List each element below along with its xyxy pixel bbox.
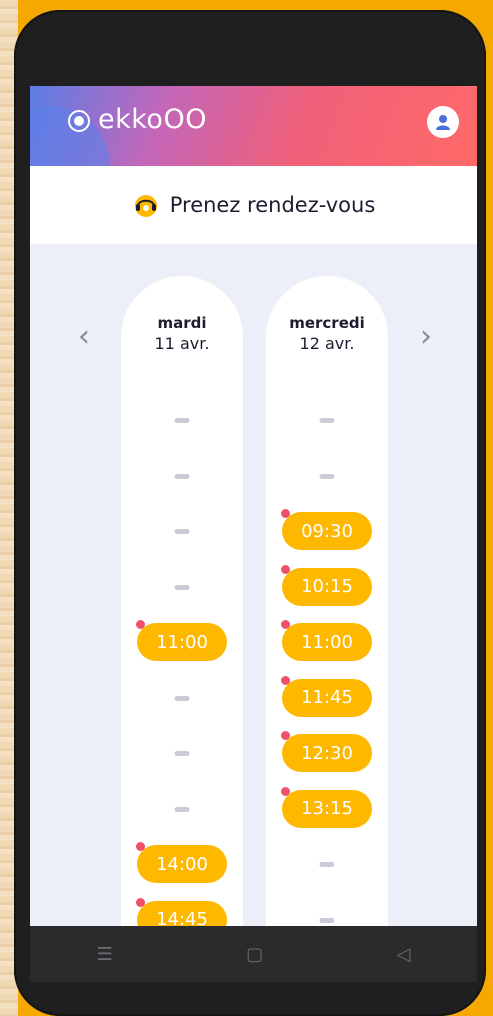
time-slot-button[interactable]: 09:30 bbox=[281, 509, 372, 550]
unavailable-slot bbox=[319, 862, 335, 867]
slot-marker-dot bbox=[281, 786, 290, 796]
slot-marker-dot bbox=[281, 564, 290, 574]
app-header: ekkoOO bbox=[30, 86, 477, 226]
back-icon[interactable]: ◁ bbox=[396, 944, 410, 965]
time-slot-button[interactable]: 14:00 bbox=[136, 842, 227, 883]
slot-marker-dot bbox=[136, 897, 145, 907]
slot-marker-dot bbox=[281, 620, 290, 629]
slot-marker-dot bbox=[281, 731, 290, 740]
day-column-mercredi: mercredi 12 avr. 09:30 10:15 11:00 11:45 12:… bbox=[266, 276, 388, 926]
logo-text: ekkoOO bbox=[98, 104, 207, 135]
logo-icon bbox=[68, 110, 90, 132]
slot-marker-dot bbox=[136, 842, 145, 851]
next-day-button[interactable]: › bbox=[420, 322, 432, 352]
slot-marker-dot bbox=[136, 620, 145, 629]
user-icon bbox=[436, 115, 450, 130]
time-slot-button[interactable]: 12:30 bbox=[281, 731, 372, 772]
time-slot-button[interactable]: 10:15 bbox=[281, 564, 372, 606]
time-slot-button[interactable]: 11:00 bbox=[281, 620, 372, 661]
headset-icon bbox=[132, 191, 160, 219]
day-date: 12 avr. bbox=[299, 334, 355, 353]
app-screen: ekkoOO Prenez rendez-vous ‹ › mardi 11 a… bbox=[30, 86, 477, 926]
page-title-bar: Prenez rendez-vous bbox=[30, 166, 477, 244]
unavailable-slot bbox=[174, 751, 190, 756]
day-header: mercredi 12 avr. bbox=[266, 314, 388, 353]
time-slot-button[interactable]: 13:15 bbox=[281, 786, 372, 828]
unavailable-slot bbox=[319, 917, 335, 923]
day-name: mardi bbox=[157, 314, 207, 332]
day-date: 11 avr. bbox=[154, 334, 210, 353]
day-column-mardi: mardi 11 avr. 11:00 14:00 14:45 bbox=[121, 276, 243, 926]
unavailable-slot bbox=[174, 418, 190, 423]
time-slot-button[interactable]: 11:45 bbox=[281, 675, 372, 717]
system-nav-bar: ☰ ▢ ◁ bbox=[30, 926, 477, 982]
unavailable-slot bbox=[174, 473, 190, 479]
unavailable-slot bbox=[174, 695, 190, 701]
unavailable-slot bbox=[174, 806, 190, 812]
day-header: mardi 11 avr. bbox=[121, 314, 243, 353]
page-title: Prenez rendez-vous bbox=[169, 193, 376, 217]
slot-marker-dot bbox=[281, 509, 290, 518]
prev-day-button[interactable]: ‹ bbox=[78, 322, 90, 352]
unavailable-slot bbox=[174, 529, 190, 534]
menu-icon[interactable]: ☰ bbox=[97, 944, 113, 965]
home-icon[interactable]: ▢ bbox=[246, 944, 263, 965]
avatar[interactable] bbox=[427, 106, 459, 138]
time-slot-button[interactable]: 11:00 bbox=[136, 620, 227, 661]
unavailable-slot bbox=[319, 418, 335, 423]
time-slot-button[interactable]: 14:45 bbox=[136, 897, 227, 926]
unavailable-slot bbox=[174, 584, 190, 590]
slot-marker-dot bbox=[281, 675, 290, 685]
day-name: mercredi bbox=[289, 314, 365, 332]
unavailable-slot bbox=[319, 473, 335, 479]
